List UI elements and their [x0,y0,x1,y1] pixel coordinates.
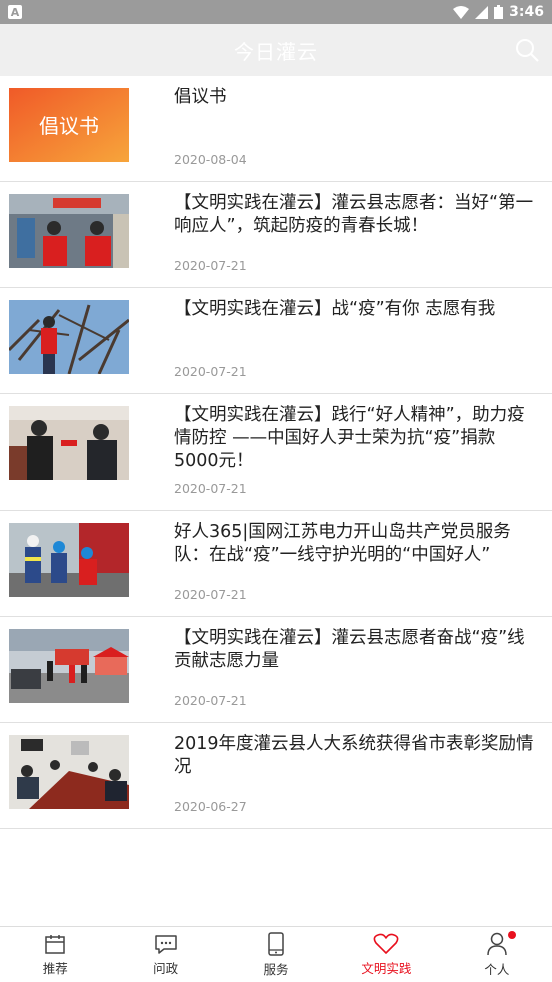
article-date: 2020-07-21 [174,364,247,379]
article-thumbnail [9,629,129,703]
calendar-icon [45,934,65,954]
page-title: 今日灌云 [234,39,318,64]
bottom-nav: 推荐 问政 服务 文明实践 个人 [0,926,552,982]
article-thumbnail: 倡议书 [9,88,129,162]
battery-icon [494,5,504,19]
phone-icon [268,931,284,956]
article-thumbnail [9,194,129,268]
thumbnail-caption: 倡议书 [39,114,99,138]
search-icon[interactable] [514,37,540,63]
article-date: 2020-06-27 [174,799,247,814]
tab-civilization-practice[interactable]: 文明实践 [331,927,441,982]
list-item[interactable]: 2019年度灌云县人大系统获得省市表彰奖励情况 2020-06-27 [0,723,552,829]
article-thumbnail [9,406,129,480]
article-date: 2020-07-21 [174,481,247,496]
article-date: 2020-07-21 [174,587,247,602]
article-thumbnail [9,735,129,809]
tab-label: 问政 [153,960,179,976]
list-item[interactable]: 【文明实践在灌云】灌云县志愿者：当好“第一响应人”，筑起防疫的青春长城！ 202… [0,182,552,288]
heart-icon [374,933,399,954]
app-header: 今日灌云 [0,24,552,76]
list-item[interactable]: 【文明实践在灌云】战“疫”有你 志愿有我 2020-07-21 [0,288,552,394]
notification-badge [507,931,516,939]
article-title: 2019年度灌云县人大系统获得省市表彰奖励情况 [174,734,534,777]
tab-label: 文明实践 [361,960,412,976]
article-title: 【文明实践在灌云】灌云县志愿者奋战“疫”线贡献志愿力量 [174,628,525,671]
article-list: 倡议书 倡议书 2020-08-04 【文明实践在灌云】灌云县志愿者：当好“第一… [0,76,552,829]
list-item[interactable]: 好人365|国网江苏电力开山岛共产党员服务队：在战“疫”一线守护光明的“中国好人… [0,511,552,617]
notification-icon: A [8,5,22,19]
article-thumbnail [9,523,129,597]
list-item[interactable]: 【文明实践在灌云】灌云县志愿者奋战“疫”线贡献志愿力量 2020-07-21 [0,617,552,723]
article-title: 好人365|国网江苏电力开山岛共产党员服务队：在战“疫”一线守护光明的“中国好人… [174,522,511,565]
tab-recommend[interactable]: 推荐 [0,927,110,982]
signal-icon [475,5,489,19]
tab-label: 个人 [484,961,510,977]
status-bar: A 3:46 [0,0,552,24]
article-title: 【文明实践在灌云】践行“好人精神”，助力疫情防控 ——中国好人尹士荣为抗“疫”捐… [174,405,525,471]
tab-profile[interactable]: 个人 [442,927,552,982]
clock: 3:46 [509,4,544,20]
tab-label: 服务 [263,961,289,977]
chat-icon [154,934,177,954]
list-item[interactable]: 【文明实践在灌云】践行“好人精神”，助力疫情防控 ——中国好人尹士荣为抗“疫”捐… [0,394,552,511]
article-date: 2020-07-21 [174,258,247,273]
article-title: 倡议书 [174,87,227,107]
article-date: 2020-08-04 [174,152,247,167]
tab-service[interactable]: 服务 [221,927,331,982]
wifi-icon [453,5,470,19]
article-title: 【文明实践在灌云】战“疫”有你 志愿有我 [174,299,496,319]
person-icon [487,932,507,955]
tab-label: 推荐 [42,960,68,976]
list-item[interactable]: 倡议书 倡议书 2020-08-04 [0,76,552,182]
article-date: 2020-07-21 [174,693,247,708]
article-thumbnail [9,300,129,374]
tab-inquiry[interactable]: 问政 [110,927,220,982]
article-title: 【文明实践在灌云】灌云县志愿者：当好“第一响应人”，筑起防疫的青春长城！ [174,193,534,236]
